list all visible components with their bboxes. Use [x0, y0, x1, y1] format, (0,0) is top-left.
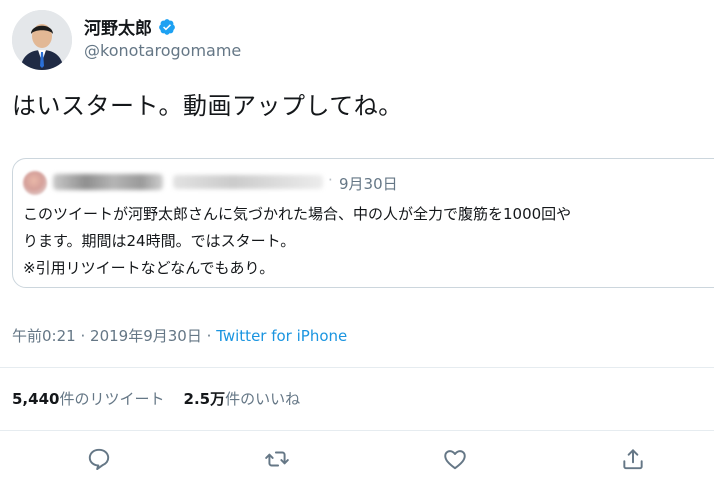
tweet-meta: 午前0:21 · 2019年9月30日 · Twitter for iPhone	[12, 325, 347, 346]
quoted-tweet-card[interactable]: · 9月30日 このツイートが河野太郎さんに気づかれた場合、中の人が全力で腹筋を…	[12, 158, 714, 288]
share-icon[interactable]	[620, 446, 646, 472]
reply-icon[interactable]	[86, 446, 112, 472]
retweet-label: 件のリツイート	[59, 390, 165, 408]
quoted-text-line: ※引用リツイートなどなんでもあり。	[23, 259, 275, 277]
tweet-time[interactable]: 午前0:21	[12, 327, 76, 345]
quoted-separator: ·	[328, 171, 333, 189]
tweet-source-link[interactable]: Twitter for iPhone	[216, 327, 347, 345]
divider	[0, 430, 714, 431]
quoted-date: 9月30日	[339, 175, 398, 193]
retweet-count: 5,440	[12, 390, 60, 408]
like-label: 件のいいね	[225, 390, 301, 408]
avatar[interactable]	[12, 10, 72, 70]
like-count: 2.5万	[183, 390, 226, 408]
display-name[interactable]: 河野太郎	[84, 14, 152, 39]
retweet-icon[interactable]	[264, 446, 290, 472]
quoted-avatar-blurred	[23, 171, 47, 195]
tweet-date[interactable]: 2019年9月30日	[90, 327, 202, 345]
tweet-stats: 5,440件のリツイート 2.5万件のいいね	[12, 388, 300, 409]
like-icon[interactable]	[442, 446, 468, 472]
name-row: 河野太郎	[84, 14, 176, 39]
quoted-text-line: ります。期間は24時間。ではスタート。	[23, 232, 296, 250]
quoted-name-blurred	[53, 174, 163, 190]
user-handle[interactable]: @konotarogomame	[84, 41, 241, 60]
avatar-image	[12, 10, 72, 70]
quoted-text-line: このツイートが河野太郎さんに気づかれた場合、中の人が全力で腹筋を1000回や	[23, 205, 572, 223]
quoted-handle-blurred	[173, 175, 323, 189]
likes-stat[interactable]: 2.5万件のいいね	[184, 390, 301, 408]
retweets-stat[interactable]: 5,440件のリツイート	[12, 390, 164, 408]
tweet-actions	[0, 446, 714, 476]
meta-separator: ·	[206, 327, 212, 345]
tweet-text: はいスタート。動画アップしてね。	[12, 92, 403, 120]
meta-separator: ·	[80, 327, 86, 345]
verified-badge-icon	[159, 18, 175, 35]
divider	[0, 367, 714, 368]
